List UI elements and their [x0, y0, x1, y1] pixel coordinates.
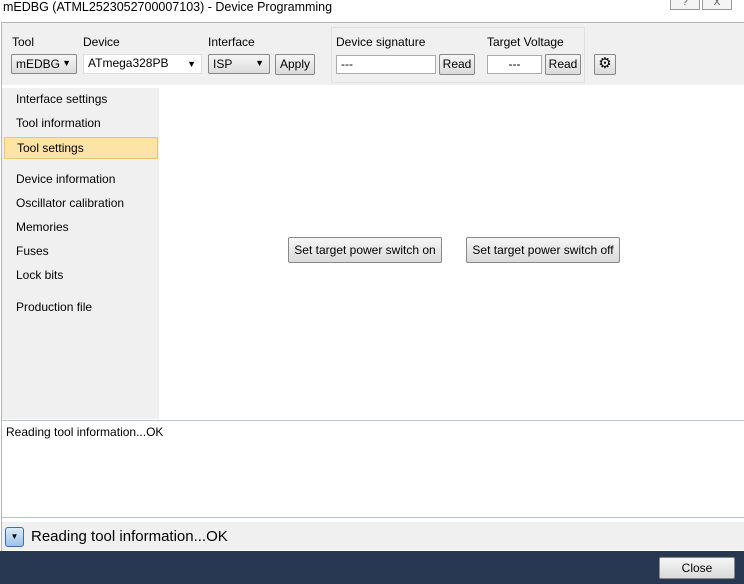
- close-button[interactable]: Close: [659, 557, 735, 579]
- sidebar-item-fuses[interactable]: Fuses: [4, 241, 158, 263]
- footer: [0, 551, 744, 584]
- chevron-down-icon: ▼: [62, 58, 71, 68]
- device-label: Device: [83, 35, 120, 49]
- signature-label: Device signature: [336, 35, 426, 49]
- sidebar-item-tool-settings[interactable]: Tool settings: [4, 137, 158, 159]
- status-text: Reading tool information...OK: [31, 528, 228, 545]
- gear-icon[interactable]: ⚙: [594, 54, 616, 75]
- tool-value: mEDBG: [16, 57, 61, 71]
- voltage-label: Target Voltage: [487, 35, 564, 49]
- sidebar-item-interface-settings[interactable]: Interface settings: [4, 89, 158, 111]
- apply-button[interactable]: Apply: [275, 54, 315, 75]
- window-title: mEDBG (ATML2523052700007103) - Device Pr…: [3, 0, 333, 14]
- power-on-button[interactable]: Set target power switch on: [288, 237, 442, 263]
- read-voltage-button[interactable]: Read: [545, 54, 581, 75]
- device-select[interactable]: ATmega328PB ▼: [83, 54, 202, 74]
- interface-label: Interface: [208, 35, 255, 49]
- interface-select[interactable]: ISP ▼: [208, 54, 270, 74]
- read-signature-button[interactable]: Read: [439, 54, 475, 75]
- chevron-down-icon: ▼: [10, 532, 19, 541]
- sidebar-item-memories[interactable]: Memories: [4, 217, 158, 239]
- sidebar-item-production-file[interactable]: Production file: [4, 297, 158, 319]
- sidebar-item-oscillator-calibration[interactable]: Oscillator calibration: [4, 193, 158, 215]
- power-off-button[interactable]: Set target power switch off: [466, 237, 620, 263]
- sidebar: Interface settings Tool information Tool…: [2, 88, 159, 419]
- sidebar-item-tool-information[interactable]: Tool information: [4, 113, 158, 135]
- sidebar-item-lock-bits[interactable]: Lock bits: [4, 265, 158, 287]
- chevron-down-icon: ▼: [255, 58, 264, 68]
- help-button[interactable]: ?: [670, 0, 700, 10]
- tool-label: Tool: [12, 35, 35, 49]
- signature-field[interactable]: ---: [336, 55, 436, 74]
- sidebar-item-device-information[interactable]: Device information: [4, 169, 158, 191]
- expand-log-button[interactable]: ▼: [5, 527, 24, 547]
- log-output[interactable]: Reading tool information...OK: [2, 420, 744, 518]
- voltage-field[interactable]: ---: [487, 55, 542, 74]
- interface-value: ISP: [213, 57, 233, 71]
- window-close-button[interactable]: X: [702, 0, 732, 10]
- tool-select[interactable]: mEDBG ▼: [11, 54, 77, 74]
- device-value: ATmega328PB: [88, 56, 169, 70]
- chevron-down-icon: ▼: [187, 59, 196, 69]
